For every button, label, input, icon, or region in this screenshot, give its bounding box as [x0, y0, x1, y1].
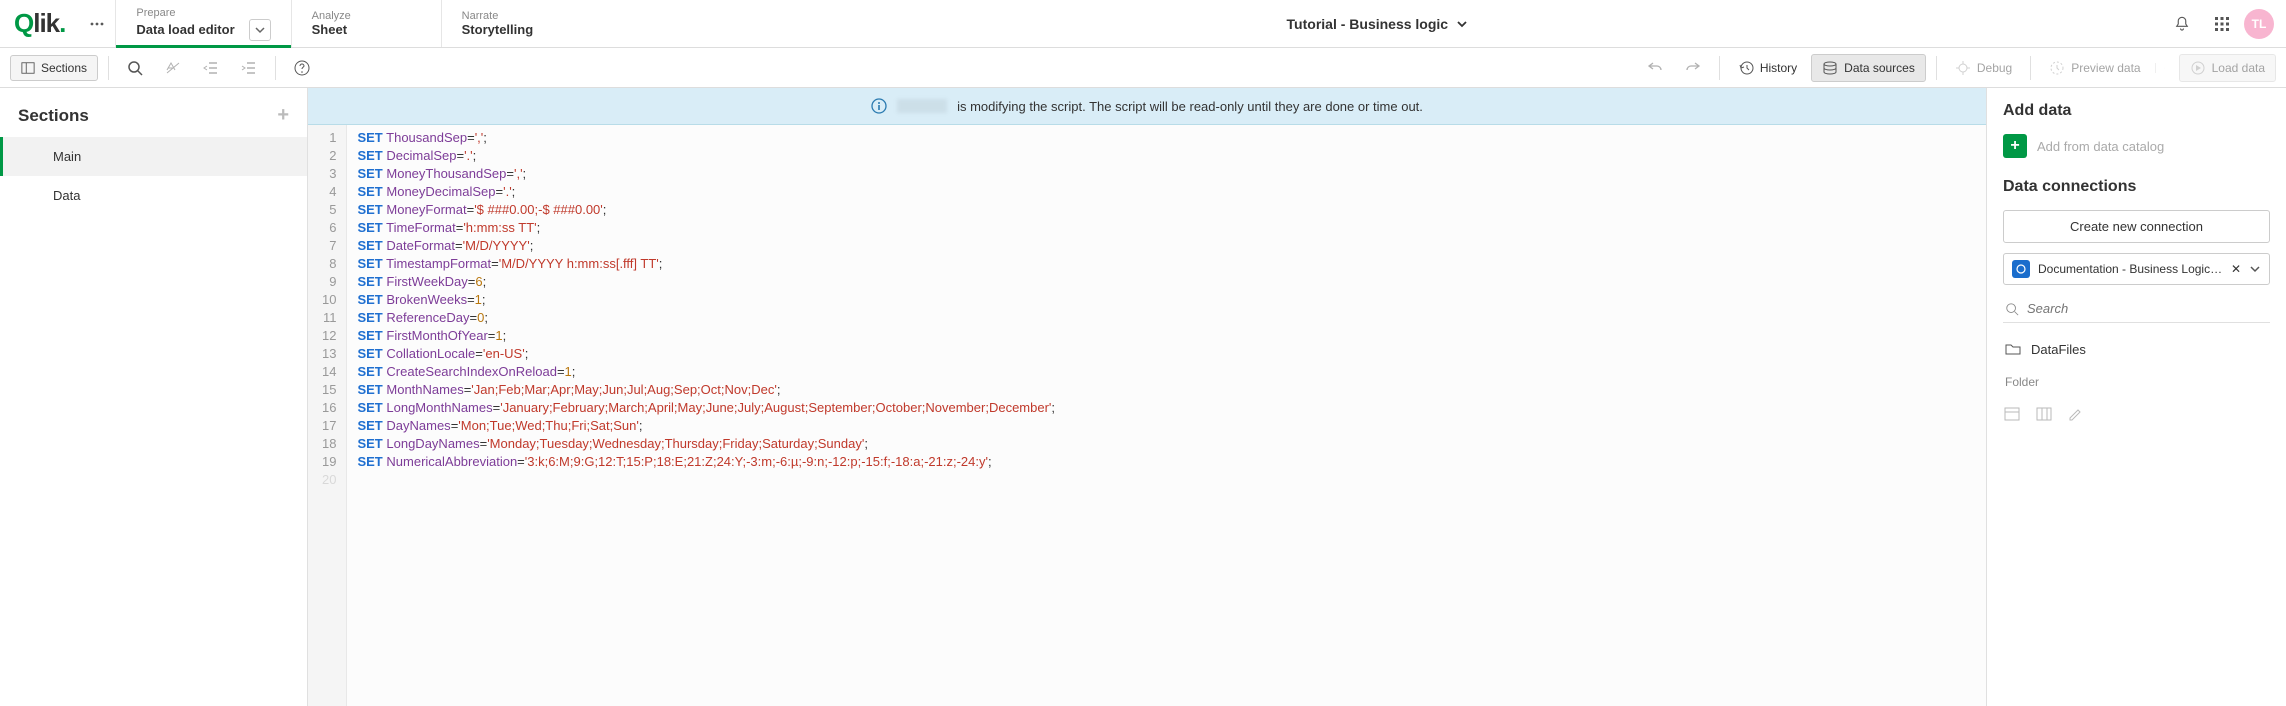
preview-button: Preview data	[2041, 55, 2172, 81]
data-files-item[interactable]: DataFiles	[2003, 333, 2270, 365]
connection-actions	[2003, 399, 2270, 423]
history-button[interactable]: History	[1730, 55, 1805, 81]
sections-button[interactable]: Sections	[10, 55, 98, 81]
create-connection-button[interactable]: Create new connection	[2003, 210, 2270, 243]
search-input[interactable]	[2027, 301, 2268, 316]
right-panel: Add data + Add from data catalog Data co…	[1986, 88, 2286, 706]
connection-item[interactable]: Documentation - Business Logic ... ✕	[2003, 253, 2270, 285]
outdent-icon	[195, 55, 227, 81]
avatar[interactable]: TL	[2244, 9, 2274, 39]
comment-icon	[157, 55, 189, 81]
readonly-banner: is modifying the script. The script will…	[308, 88, 1986, 125]
connections-title: Data connections	[2003, 178, 2270, 196]
section-item-data[interactable]: Data	[0, 176, 307, 215]
indent-icon	[233, 55, 265, 81]
sidebar-header: Sections +	[0, 88, 307, 137]
folder-label: Folder	[2003, 375, 2270, 389]
edit-icon[interactable]	[2067, 405, 2085, 423]
data-sources-button[interactable]: Data sources	[1811, 54, 1926, 82]
connection-search[interactable]	[2003, 295, 2270, 323]
search-icon	[2005, 302, 2019, 316]
close-icon[interactable]: ✕	[2231, 262, 2241, 276]
tab-narrate[interactable]: Narrate Storytelling	[441, 0, 591, 47]
add-data-title: Add data	[2003, 102, 2270, 120]
insert-icon[interactable]	[2003, 405, 2021, 423]
editor-area: is modifying the script. The script will…	[308, 88, 1986, 706]
tab-prepare[interactable]: Prepare Data load editor	[115, 0, 290, 47]
line-gutter: 1234567891011121314151617181920	[308, 125, 347, 706]
connection-icon	[2012, 260, 2030, 278]
help-icon[interactable]	[286, 55, 318, 81]
debug-button: Debug	[1947, 55, 2020, 81]
tab-analyze[interactable]: Analyze Sheet	[291, 0, 441, 47]
code-editor[interactable]: 1234567891011121314151617181920 SET Thou…	[308, 125, 1986, 706]
main-area: Sections + MainData is modifying the scr…	[0, 88, 2286, 706]
chevron-down-icon[interactable]	[249, 19, 271, 41]
load-data-button: Load data	[2179, 54, 2276, 82]
search-icon[interactable]	[119, 55, 151, 81]
redacted-user	[897, 99, 947, 113]
sections-sidebar: Sections + MainData	[0, 88, 308, 706]
info-icon	[871, 98, 887, 114]
folder-icon	[2005, 341, 2021, 357]
header-right: TL	[2164, 0, 2286, 47]
add-section-icon[interactable]: +	[277, 104, 289, 127]
code-content[interactable]: SET ThousandSep=',';SET DecimalSep='.';S…	[347, 125, 1065, 706]
qlik-logo: QQliklik.	[0, 0, 79, 47]
toolbar: Sections History Data sources Debug Prev…	[0, 48, 2286, 88]
more-icon[interactable]	[79, 0, 115, 47]
app-header: QQliklik. Prepare Data load editor Analy…	[0, 0, 2286, 48]
section-item-main[interactable]: Main	[0, 137, 307, 176]
chevron-down-icon	[1456, 18, 1468, 30]
add-from-catalog[interactable]: + Add from data catalog	[2003, 134, 2270, 158]
undo-icon	[1639, 55, 1671, 81]
plus-icon: +	[2003, 134, 2027, 158]
app-title[interactable]: Tutorial - Business logic	[591, 0, 2164, 47]
chevron-down-icon[interactable]	[2249, 263, 2261, 275]
bell-icon[interactable]	[2164, 6, 2200, 42]
apps-grid-icon[interactable]	[2204, 6, 2240, 42]
redo-icon	[1677, 55, 1709, 81]
select-data-icon[interactable]	[2035, 405, 2053, 423]
